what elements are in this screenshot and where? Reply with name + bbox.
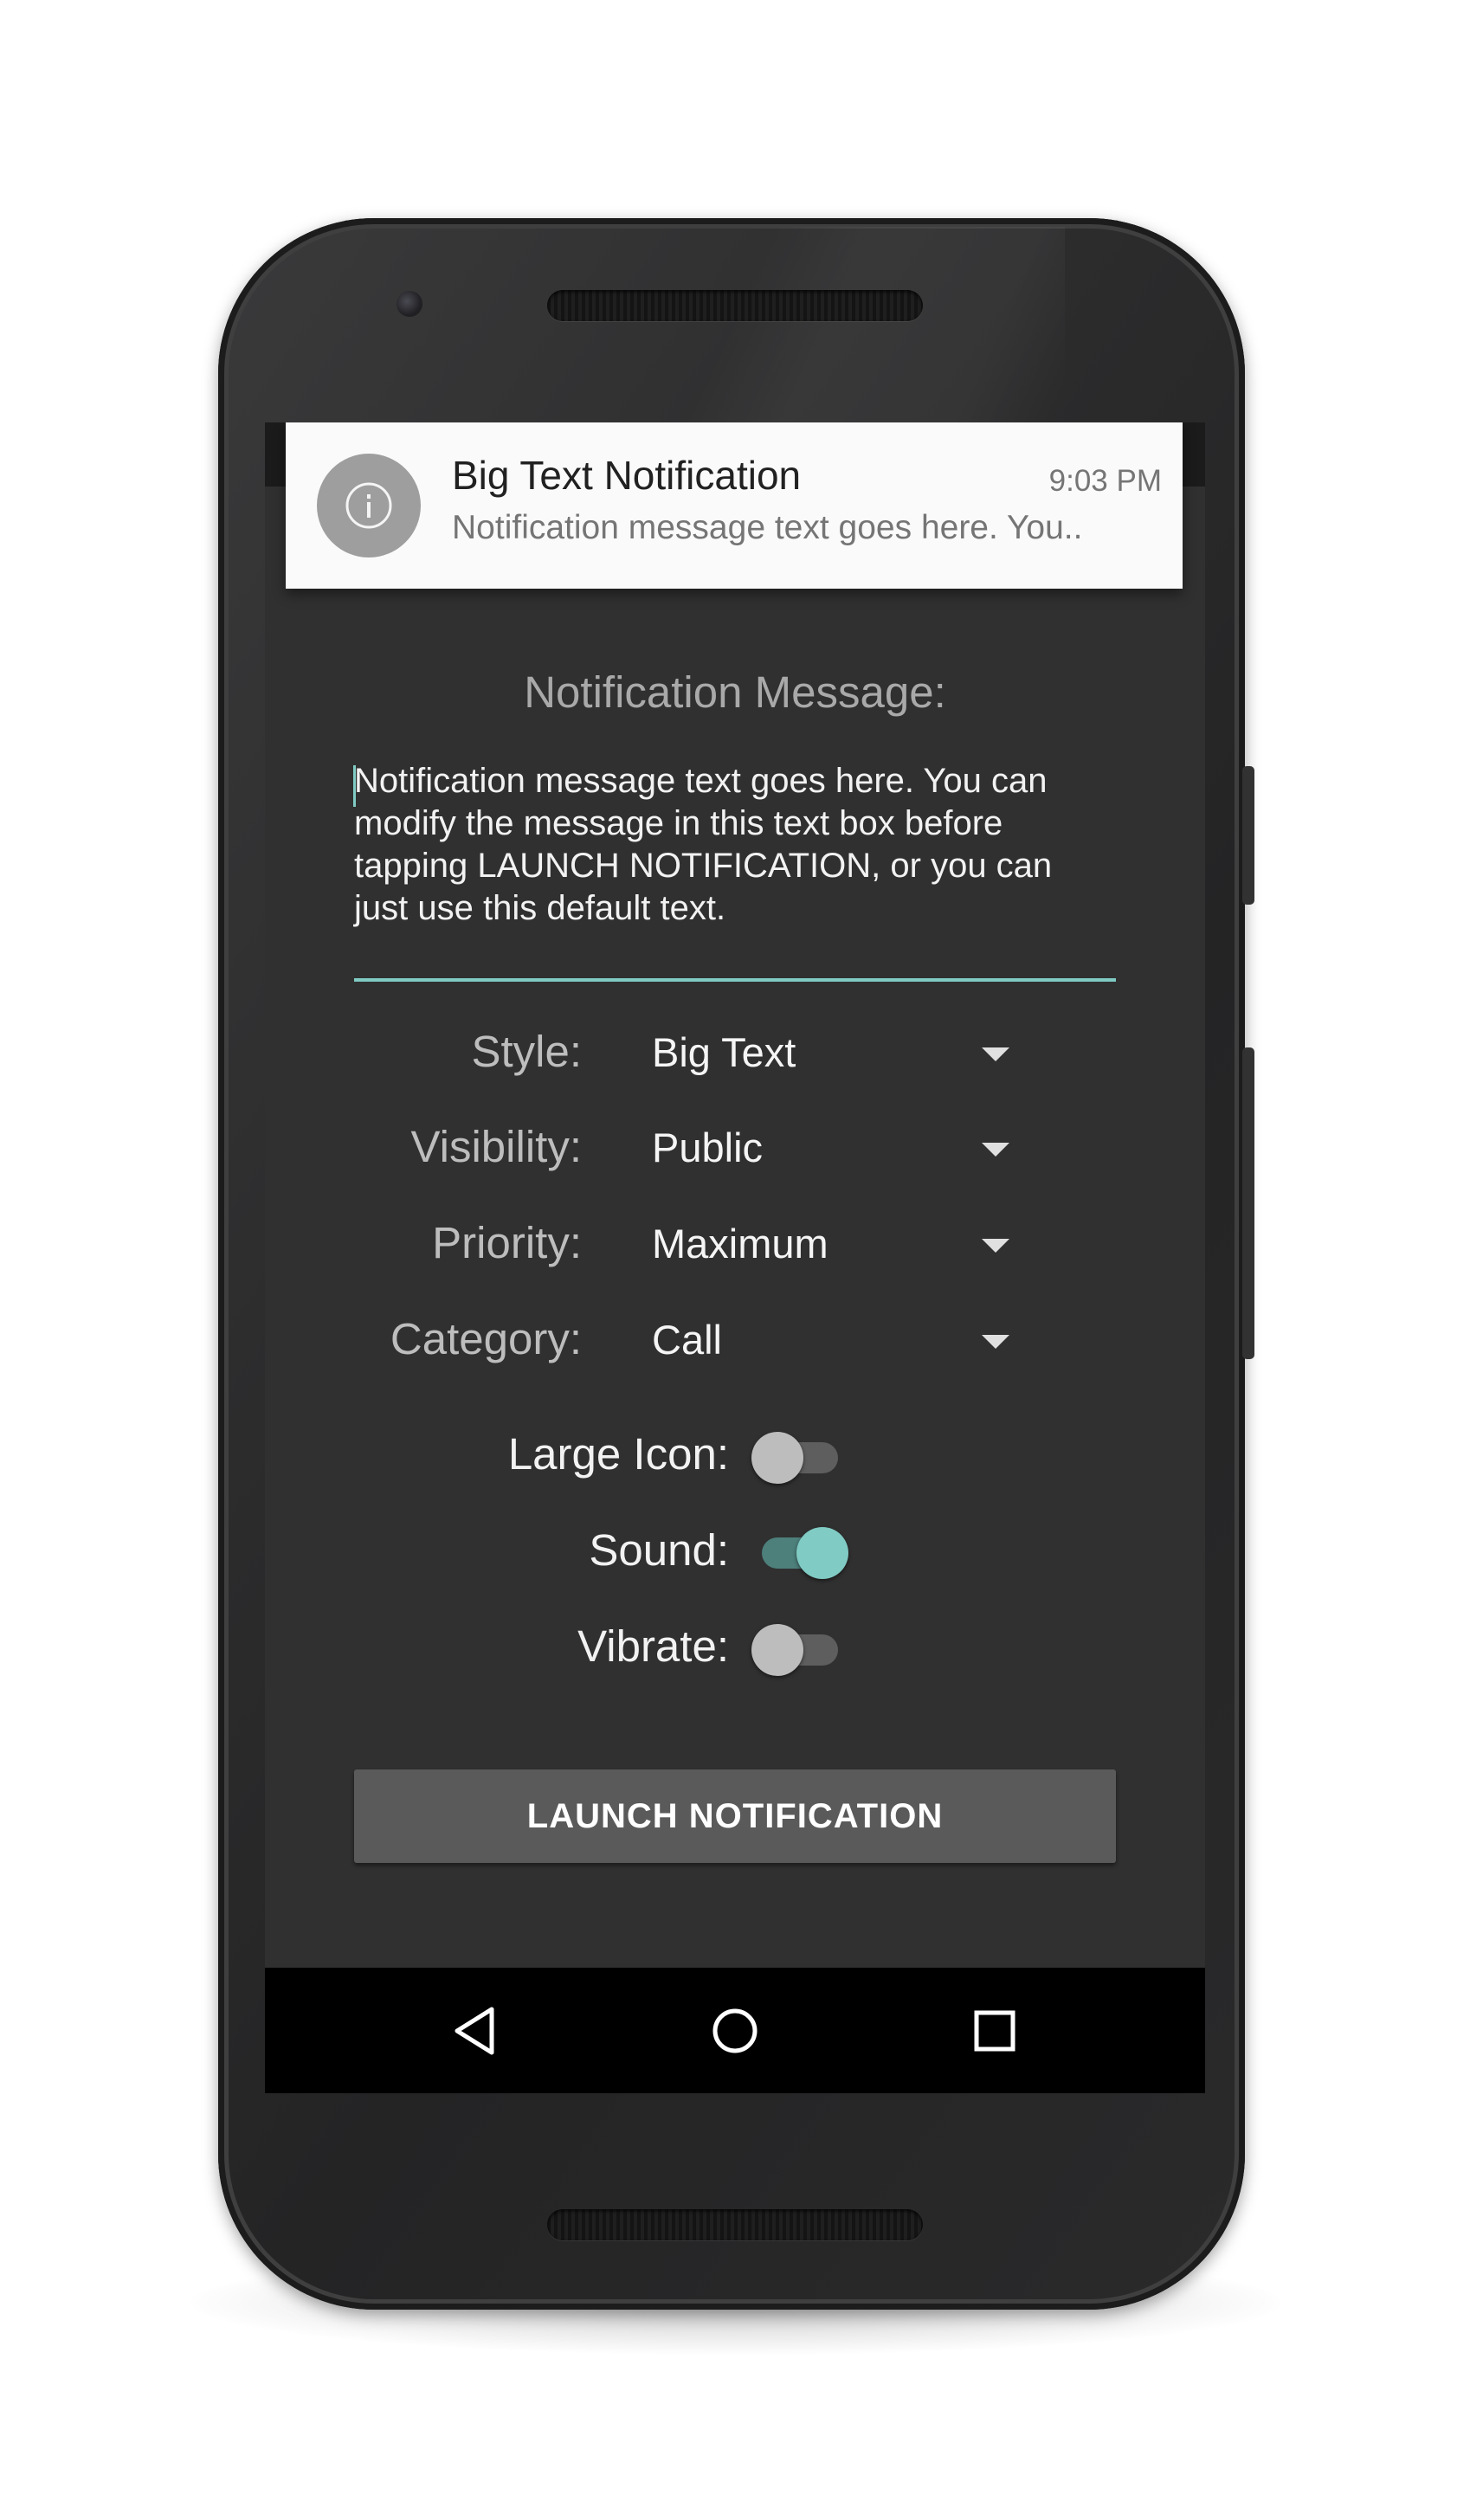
launch-notification-button[interactable]: LAUNCH NOTIFICATION bbox=[354, 1769, 1116, 1863]
notification-text: Notification message text goes here. You… bbox=[452, 509, 1083, 546]
style-dropdown[interactable]: Big Text bbox=[652, 1028, 796, 1076]
heads-up-notification[interactable]: Big Text Notification 9:03 PM Notificati… bbox=[286, 422, 1183, 589]
sound-label: Sound: bbox=[589, 1525, 729, 1575]
large-icon-label: Large Icon: bbox=[507, 1429, 729, 1479]
message-heading: Notification Message: bbox=[524, 667, 946, 717]
priority-dropdown[interactable]: Maximum bbox=[652, 1220, 828, 1267]
chevron-down-icon[interactable] bbox=[982, 1335, 1009, 1349]
category-label: Category: bbox=[390, 1314, 582, 1363]
info-icon bbox=[317, 454, 421, 557]
power-button[interactable] bbox=[1242, 766, 1254, 905]
visibility-label: Visibility: bbox=[410, 1122, 582, 1171]
screen: Big Text Notification 9:03 PM Notificati… bbox=[265, 422, 1205, 2093]
message-text-field[interactable]: Notification message text goes here. You… bbox=[354, 760, 1116, 927]
bottom-speaker bbox=[547, 2209, 923, 2240]
style-label: Style: bbox=[471, 1027, 582, 1076]
navigation-bar bbox=[265, 1968, 1205, 2093]
switch-thumb bbox=[751, 1432, 803, 1484]
earpiece-speaker bbox=[547, 290, 923, 321]
recents-icon[interactable] bbox=[964, 2001, 1025, 2061]
visibility-dropdown[interactable]: Public bbox=[652, 1124, 763, 1171]
vibrate-switch[interactable] bbox=[751, 1614, 848, 1676]
volume-rocker[interactable] bbox=[1242, 1047, 1254, 1359]
sound-switch[interactable] bbox=[751, 1517, 848, 1579]
chevron-down-icon[interactable] bbox=[982, 1047, 1009, 1061]
home-icon[interactable] bbox=[705, 2001, 765, 2061]
chevron-down-icon[interactable] bbox=[982, 1143, 1009, 1157]
category-dropdown[interactable]: Call bbox=[652, 1316, 722, 1363]
switch-thumb bbox=[796, 1527, 848, 1579]
switch-thumb bbox=[751, 1624, 803, 1676]
notification-title: Big Text Notification bbox=[452, 453, 802, 498]
front-camera bbox=[397, 291, 422, 317]
vibrate-label: Vibrate: bbox=[577, 1621, 729, 1671]
notification-time: 9:03 PM bbox=[1048, 464, 1162, 498]
page: Big Text Notification 9:03 PM Notificati… bbox=[0, 0, 1470, 2520]
back-icon[interactable] bbox=[447, 2001, 507, 2061]
large-icon-switch[interactable] bbox=[751, 1421, 848, 1484]
priority-label: Priority: bbox=[432, 1218, 582, 1267]
message-field-underline bbox=[354, 978, 1116, 982]
chevron-down-icon[interactable] bbox=[982, 1239, 1009, 1253]
